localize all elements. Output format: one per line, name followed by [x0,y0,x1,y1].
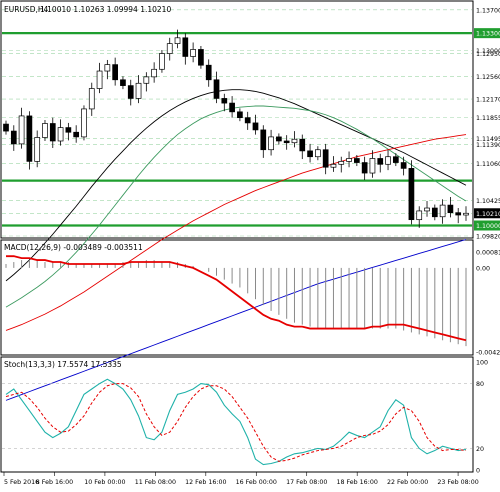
candle-bear [299,138,306,152]
candle-bull [96,70,103,89]
price-tick-label: 1.12950 [476,51,500,58]
candle-bear [49,123,56,142]
price-tick-label: 1.13700 [476,7,500,14]
stoch-tick-label: 80 [476,381,484,388]
x-tick-label: 5 Feb 2016 [4,479,39,486]
stoch-tick-label: 100 [476,360,488,367]
macd-title: MACD(12,26,9) -0.003489 -0.003511 [4,243,143,252]
candle-bear [221,98,228,104]
candle-bull [34,137,41,162]
candle-bear [112,64,119,81]
stoch-title: Stoch(13,3,3) 17.5574 17.5335 [4,360,122,369]
candle-bear [213,79,220,99]
price-tick-label: 1.10425 [476,198,500,205]
candle-bull [159,53,165,70]
candle-bear [65,127,72,133]
candle-bear [447,204,454,214]
x-tick-label: 8 Feb 16:00 [36,479,73,486]
candle-bear [10,130,17,145]
candle-bear [73,131,80,138]
candle-bear [260,129,267,151]
candle-bear [229,102,235,113]
candle-bear [392,156,399,163]
price-tick-label: 1.10210 [476,211,500,218]
candle-bull [81,108,87,138]
candle-bull [151,68,157,78]
stoch-tick-label: 0 [476,468,480,475]
candle-bear [127,85,134,99]
candle-bear [244,117,251,124]
candle-bull [416,210,423,221]
candle-bull [439,204,446,218]
candle-bull [330,163,337,168]
x-tick-label: 12 Feb 16:00 [185,479,226,486]
x-tick-label: 11 Feb 08:00 [135,479,176,486]
candle-bull [104,64,111,72]
price-tick-label: 1.12560 [476,74,500,81]
price-tick-label: 1.11855 [476,115,500,122]
candle-bear [3,123,9,132]
candle-bull [385,156,391,165]
candle-bear [26,115,33,162]
candle-bull [424,207,430,212]
candle-bull [135,82,142,99]
price-tick-label: 1.13300 [476,31,500,38]
candle-bear [377,158,384,165]
candle-bull [346,158,352,162]
ohlc-readout: 1.10010 1.10263 1.09994 1.10210 [40,5,171,14]
macd-tick-label: -0.004299 [476,350,500,357]
macd-tick-label: 0.000813 [476,250,500,257]
candle-bear [431,207,438,218]
candle-bear [408,168,415,221]
price-tick-label: 1.10000 [476,223,500,230]
candle-bull [268,136,274,151]
chart-canvas: 1.137001.133001.130001.129501.125601.121… [0,0,500,488]
candle-bear [237,111,243,119]
price-tick-label: 1.11390 [476,142,500,149]
candle-bull [18,115,25,145]
candle-bull [42,123,48,138]
candle-bull [369,158,376,174]
price-tick-label: 1.09820 [476,234,500,241]
candle-bear [307,150,313,158]
x-tick-label: 10 Feb 00:00 [84,479,125,486]
candle-bull [190,49,196,57]
x-tick-label: 22 Feb 00:00 [387,479,428,486]
candle-bull [88,88,95,110]
candle-bear [182,37,189,57]
candle-bull [463,212,469,216]
price-tick-label: 1.11060 [476,161,500,168]
x-tick-label: 16 Feb 00:00 [236,479,277,486]
x-tick-label: 18 Feb 16:00 [337,479,378,486]
candle-bear [276,136,282,142]
candle-bull [57,127,64,142]
candle-bear [455,212,462,216]
candle-bull [143,76,150,84]
candle-bear [198,49,204,66]
stoch-tick-label: 20 [476,446,484,453]
candle-bear [322,149,329,168]
macd-tick-label: 0.00 [476,265,490,272]
x-tick-label: 23 Feb 08:00 [437,479,478,486]
candle-bull [315,149,321,158]
candle-bear [205,64,212,81]
x-tick-label: 17 Feb 08:00 [286,479,327,486]
candle-bear [361,162,368,174]
candle-bear [283,140,290,144]
candle-bull [291,138,298,144]
candle-bull [338,161,345,165]
price-tick-label: 1.12170 [476,97,500,104]
candle-bear [120,79,126,86]
candle-bear [353,158,360,163]
candle-bull [174,37,181,44]
candle-bear [400,162,407,169]
chart-root: 1.13700 1.13300 1.13000 1.12950 1.12560 1.121… [0,0,500,488]
candle-bear [252,122,259,131]
candle-bull [166,43,173,54]
